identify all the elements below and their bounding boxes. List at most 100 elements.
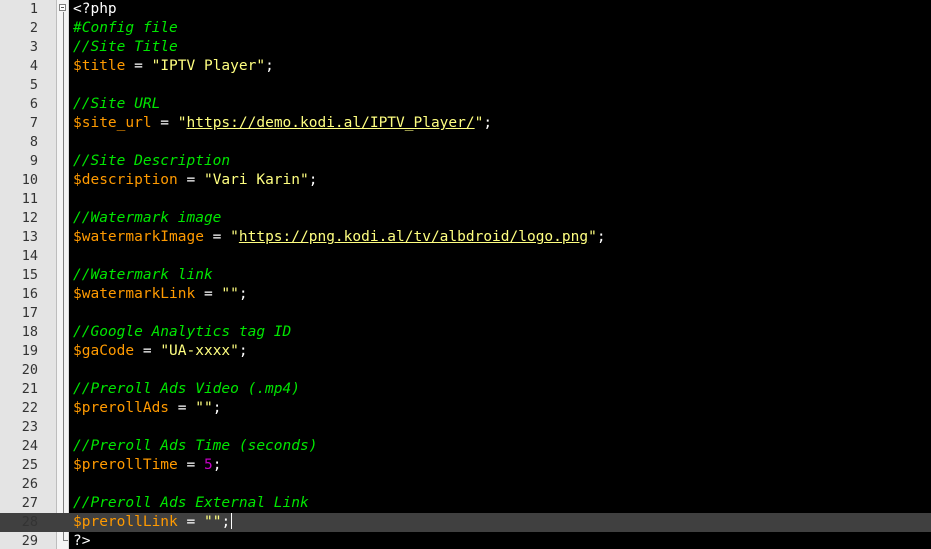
code-text[interactable]: $title = "IPTV Player"; bbox=[73, 57, 274, 76]
code-line[interactable]: 20 bbox=[0, 361, 931, 380]
code-text[interactable]: $watermarkLink = ""; bbox=[73, 285, 248, 304]
code-operator: = bbox=[125, 58, 152, 74]
code-text[interactable]: //Site Description bbox=[73, 152, 230, 171]
code-number: 5 bbox=[203, 457, 213, 473]
code-line[interactable]: 12 //Watermark image bbox=[0, 209, 931, 228]
code-line[interactable]: 6 //Site URL bbox=[0, 95, 931, 114]
line-number: 26 bbox=[21, 476, 38, 492]
code-string: "Vari Karin" bbox=[203, 172, 309, 188]
code-text[interactable]: //Preroll Ads External Link bbox=[73, 494, 309, 513]
code-line[interactable]: 27 //Preroll Ads External Link bbox=[0, 494, 931, 513]
code-string: " bbox=[177, 115, 187, 131]
code-variable: $watermarkLink bbox=[73, 286, 196, 302]
code-comment: //Preroll Ads Time (seconds) bbox=[73, 438, 318, 454]
code-line[interactable]: 16 $watermarkLink = ""; bbox=[0, 285, 931, 304]
line-number: 13 bbox=[21, 229, 38, 245]
code-text[interactable]: $site_url = "https://demo.kodi.al/IPTV_P… bbox=[73, 114, 492, 133]
line-number: 12 bbox=[21, 210, 38, 226]
code-operator: = bbox=[177, 514, 204, 530]
php-tag: ?> bbox=[73, 533, 91, 549]
line-number: 4 bbox=[29, 58, 38, 74]
code-operator: ; bbox=[238, 286, 248, 302]
code-operator: ; bbox=[483, 115, 493, 131]
code-line[interactable]: 18 //Google Analytics tag ID bbox=[0, 323, 931, 342]
code-line[interactable]: 15 //Watermark link bbox=[0, 266, 931, 285]
code-operator: ; bbox=[265, 58, 274, 74]
code-operator: = bbox=[151, 115, 178, 131]
line-number: 8 bbox=[29, 134, 38, 150]
code-variable: $title bbox=[73, 58, 126, 74]
code-text[interactable]: //Watermark image bbox=[73, 209, 221, 228]
code-text[interactable]: <?php bbox=[73, 0, 117, 19]
code-string: "" bbox=[221, 286, 239, 302]
code-line[interactable]: 24 //Preroll Ads Time (seconds) bbox=[0, 437, 931, 456]
code-text[interactable]: //Preroll Ads Video (.mp4) bbox=[73, 380, 300, 399]
code-text[interactable]: $gaCode = "UA-xxxx"; bbox=[73, 342, 248, 361]
code-line[interactable]: 3 //Site Title bbox=[0, 38, 931, 57]
code-line[interactable]: 4 $title = "IPTV Player"; bbox=[0, 57, 931, 76]
code-text[interactable]: ?> bbox=[73, 532, 90, 549]
line-number: 14 bbox=[21, 248, 38, 264]
code-text[interactable]: $prerollTime = 5; bbox=[73, 456, 221, 475]
code-operator: = bbox=[203, 229, 231, 245]
code-line[interactable]: 17 bbox=[0, 304, 931, 323]
line-number: 10 bbox=[21, 172, 38, 188]
code-text[interactable]: //Preroll Ads Time (seconds) bbox=[73, 437, 317, 456]
code-operator: ; bbox=[221, 514, 231, 530]
line-number: 19 bbox=[21, 343, 38, 359]
code-text[interactable]: $description = "Vari Karin"; bbox=[73, 171, 317, 190]
code-line[interactable]: 8 bbox=[0, 133, 931, 152]
code-line[interactable]: 5 bbox=[0, 76, 931, 95]
code-variable: $prerollTime bbox=[73, 457, 178, 473]
code-url-link[interactable]: https://png.kodi.al/tv/albdroid/logo.png bbox=[239, 229, 588, 245]
code-line[interactable]: 7 $site_url = "https://demo.kodi.al/IPTV_… bbox=[0, 114, 931, 133]
code-line[interactable]: 23 bbox=[0, 418, 931, 437]
code-text[interactable]: //Site URL bbox=[73, 95, 160, 114]
code-editor[interactable]: 1 <?php 2 #Config file 3 //Site Title 4 $title … bbox=[0, 0, 931, 549]
code-line[interactable]: 14 bbox=[0, 247, 931, 266]
code-operator: ; bbox=[308, 172, 318, 188]
code-operator: = bbox=[177, 172, 204, 188]
code-string: "" bbox=[203, 514, 222, 530]
line-number: 6 bbox=[29, 96, 38, 112]
line-number: 5 bbox=[29, 77, 38, 93]
code-text[interactable]: $prerollAds = ""; bbox=[73, 399, 221, 418]
code-text[interactable]: $prerollLink = ""; bbox=[73, 513, 233, 532]
code-variable: $description bbox=[73, 172, 178, 188]
code-text[interactable]: #Config file bbox=[73, 19, 178, 38]
code-string: " bbox=[588, 229, 597, 245]
code-lines[interactable]: 1 <?php 2 #Config file 3 //Site Title 4 $title … bbox=[0, 0, 931, 549]
code-line[interactable]: 21 //Preroll Ads Video (.mp4) bbox=[0, 380, 931, 399]
line-number: 16 bbox=[21, 286, 38, 302]
code-string: "IPTV Player" bbox=[151, 58, 266, 74]
code-text[interactable]: //Site Title bbox=[73, 38, 178, 57]
code-comment: //Site URL bbox=[73, 96, 161, 112]
code-line[interactable]: 10 $description = "Vari Karin"; bbox=[0, 171, 931, 190]
code-line[interactable]: 11 bbox=[0, 190, 931, 209]
code-line[interactable]: 2 #Config file bbox=[0, 19, 931, 38]
code-comment: //Preroll Ads External Link bbox=[73, 495, 309, 511]
code-line[interactable]: 25 $prerollTime = 5; bbox=[0, 456, 931, 475]
code-line[interactable]: 29 ?> bbox=[0, 532, 931, 549]
code-operator: ; bbox=[596, 229, 606, 245]
code-text[interactable]: //Google Analytics tag ID bbox=[73, 323, 291, 342]
code-line[interactable]: 13 $watermarkImage = "https://png.kodi.al… bbox=[0, 228, 931, 247]
line-number: 28 bbox=[21, 514, 38, 530]
line-number: 25 bbox=[21, 457, 38, 473]
code-line[interactable]: 22 $prerollAds = ""; bbox=[0, 399, 931, 418]
code-variable: $site_url bbox=[73, 115, 152, 131]
code-text[interactable]: //Watermark link bbox=[73, 266, 213, 285]
code-string: " bbox=[230, 229, 239, 245]
line-number: 15 bbox=[21, 267, 38, 283]
code-comment: //Preroll Ads Video (.mp4) bbox=[73, 381, 300, 397]
code-line[interactable]: 26 bbox=[0, 475, 931, 494]
code-line[interactable]: 9 //Site Description bbox=[0, 152, 931, 171]
code-operator: = bbox=[169, 400, 196, 416]
code-line[interactable]: 19 $gaCode = "UA-xxxx"; bbox=[0, 342, 931, 361]
code-line[interactable]: 1 <?php bbox=[0, 0, 931, 19]
code-line-current[interactable]: 28 $prerollLink = ""; bbox=[0, 513, 931, 532]
code-url-link[interactable]: https://demo.kodi.al/IPTV_Player/ bbox=[187, 115, 475, 131]
code-text[interactable]: $watermarkImage = "https://png.kodi.al/t… bbox=[73, 228, 606, 247]
code-variable: $prerollLink bbox=[73, 514, 178, 530]
code-comment: //Watermark image bbox=[73, 210, 222, 226]
